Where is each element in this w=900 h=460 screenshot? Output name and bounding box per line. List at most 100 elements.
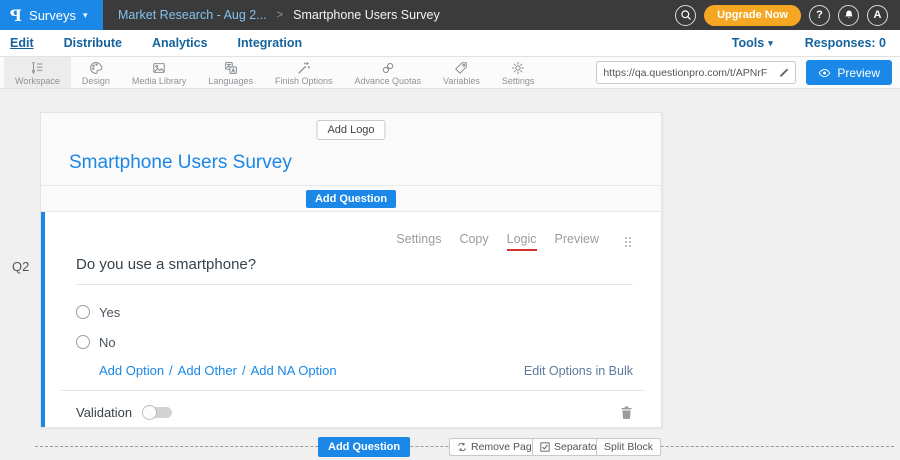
search-icon (680, 9, 692, 21)
toolbar-item-media-library[interactable]: Media Library (121, 57, 198, 88)
radio-button-icon[interactable] (76, 335, 90, 349)
separator-label: Separator (554, 441, 600, 453)
toolbar-item-design[interactable]: Design (71, 57, 121, 88)
toolbar-item-label: Languages (208, 76, 253, 86)
question-tab-copy[interactable]: Copy (459, 232, 488, 251)
product-label: Surveys (29, 8, 76, 23)
pencil-icon (779, 67, 790, 78)
notifications-button[interactable] (838, 5, 859, 26)
add-na-option-link[interactable]: Add NA Option (251, 363, 337, 378)
toggle-knob (142, 405, 157, 420)
nav-tab-edit[interactable]: Edit (10, 34, 34, 52)
survey-title[interactable]: Smartphone Users Survey (69, 152, 292, 174)
chevron-down-icon: ▾ (83, 11, 88, 20)
toolbar-item-advance-quotas[interactable]: Advance Quotas (343, 57, 432, 88)
validation-label: Validation (76, 405, 132, 420)
bell-icon (843, 9, 855, 21)
add-other-link[interactable]: Add Other (178, 363, 237, 378)
survey-card: Add Logo Smartphone Users Survey Add Que… (40, 112, 662, 428)
divider (61, 390, 645, 391)
edit-url-button[interactable] (773, 67, 795, 78)
toolbar-item-label: Variables (443, 76, 480, 86)
preview-label: Preview (837, 66, 880, 80)
search-button[interactable] (675, 5, 696, 26)
toolbar-item-languages[interactable]: Languages (197, 57, 264, 88)
add-question-row-top: Add Question (41, 186, 661, 212)
palette-icon (89, 61, 103, 75)
answer-option-label[interactable]: No (99, 335, 116, 350)
question-tab-settings[interactable]: Settings (396, 232, 441, 251)
tools-menu[interactable]: Tools ▾ (732, 36, 773, 50)
tools-label: Tools (732, 36, 764, 50)
help-button[interactable]: ? (809, 5, 830, 26)
questionpro-logo-icon: P (10, 6, 22, 25)
option-links: Add Option / Add Other / Add NA Option (99, 363, 337, 378)
question-mark-icon: ? (816, 9, 823, 21)
survey-url-input[interactable] (597, 67, 773, 79)
avatar-initial: A (874, 9, 882, 21)
topbar: P Surveys ▾ Market Research - Aug 2... >… (0, 0, 900, 30)
validation-row: Validation (76, 401, 633, 423)
survey-nav: Edit Distribute Analytics Integration To… (0, 30, 900, 57)
topbar-actions: Upgrade Now ? A (675, 0, 900, 30)
add-logo-button[interactable]: Add Logo (316, 120, 385, 140)
editor-toolbar: Workspace Design Media Library Languages… (0, 57, 900, 89)
answer-option-label[interactable]: Yes (99, 305, 120, 320)
breadcrumb-folder[interactable]: Market Research - Aug 2... (118, 8, 267, 22)
split-block-button[interactable]: Split Block (596, 438, 661, 456)
breadcrumb-survey-name: Smartphone Users Survey (293, 8, 440, 22)
magic-wand-icon (297, 61, 311, 75)
toolbar-item-label: Advance Quotas (354, 76, 421, 86)
question-tab-logic[interactable]: Logic (507, 232, 537, 251)
question-more-menu-icon[interactable] (623, 235, 633, 249)
survey-url-box (596, 61, 796, 84)
edit-options-in-bulk-link[interactable]: Edit Options in Bulk (524, 364, 633, 378)
question-tab-preview[interactable]: Preview (555, 232, 599, 251)
responses-count[interactable]: Responses: 0 (805, 36, 886, 50)
add-question-button-bottom[interactable]: Add Question (318, 437, 410, 457)
checkbox-checked-icon (540, 442, 550, 452)
surveys-product-menu[interactable]: P Surveys ▾ (0, 0, 103, 30)
breadcrumb-separator: > (277, 9, 283, 21)
survey-header-section: Add Logo Smartphone Users Survey (41, 113, 661, 186)
nav-tab-analytics[interactable]: Analytics (152, 34, 208, 52)
translate-icon (224, 61, 238, 75)
link-separator: / (169, 363, 173, 378)
toolbar-item-variables[interactable]: Variables (432, 57, 491, 88)
radio-button-icon[interactable] (76, 305, 90, 319)
preview-button[interactable]: Preview (806, 60, 892, 85)
toolbar-item-label: Workspace (15, 76, 60, 86)
delete-question-button[interactable] (620, 405, 633, 420)
add-option-link[interactable]: Add Option (99, 363, 164, 378)
chevron-down-icon: ▾ (768, 39, 773, 48)
question-text[interactable]: Do you use a smartphone? (76, 256, 633, 285)
answer-option-row[interactable]: No (76, 332, 116, 352)
nav-tab-distribute[interactable]: Distribute (64, 34, 122, 52)
workspace-icon (30, 61, 44, 75)
trash-icon (620, 405, 633, 420)
split-block-label: Split Block (604, 441, 653, 453)
toolbar-item-finish-options[interactable]: Finish Options (264, 57, 344, 88)
app-window: P Surveys ▾ Market Research - Aug 2... >… (0, 0, 900, 460)
toolbar-item-settings[interactable]: Settings (491, 57, 546, 88)
toolbar-item-label: Design (82, 76, 110, 86)
validation-toggle[interactable] (142, 406, 172, 419)
eye-icon (818, 68, 831, 78)
toolbar-item-label: Settings (502, 76, 535, 86)
page-break-row: Add Question Remove Page Break Separator… (35, 437, 894, 459)
remove-page-break-icon (457, 442, 467, 452)
toolbar-item-label: Finish Options (275, 76, 333, 86)
toolbar-item-label: Media Library (132, 76, 187, 86)
survey-canvas: Q2 Add Logo Smartphone Users Survey Add … (0, 89, 900, 460)
nav-tab-integration[interactable]: Integration (238, 34, 303, 52)
add-question-button-top[interactable]: Add Question (306, 190, 396, 208)
answer-option-row[interactable]: Yes (76, 302, 120, 322)
upgrade-now-button[interactable]: Upgrade Now (704, 5, 801, 26)
option-links-row: Add Option / Add Other / Add NA Option E… (76, 363, 633, 378)
question-block: Settings Copy Logic Preview Do you use a… (41, 212, 661, 427)
breadcrumb: Market Research - Aug 2... > Smartphone … (118, 0, 440, 30)
toolbar-item-workspace[interactable]: Workspace (4, 57, 71, 88)
account-avatar[interactable]: A (867, 5, 888, 26)
chain-links-icon (381, 61, 395, 75)
tag-icon (454, 61, 468, 75)
